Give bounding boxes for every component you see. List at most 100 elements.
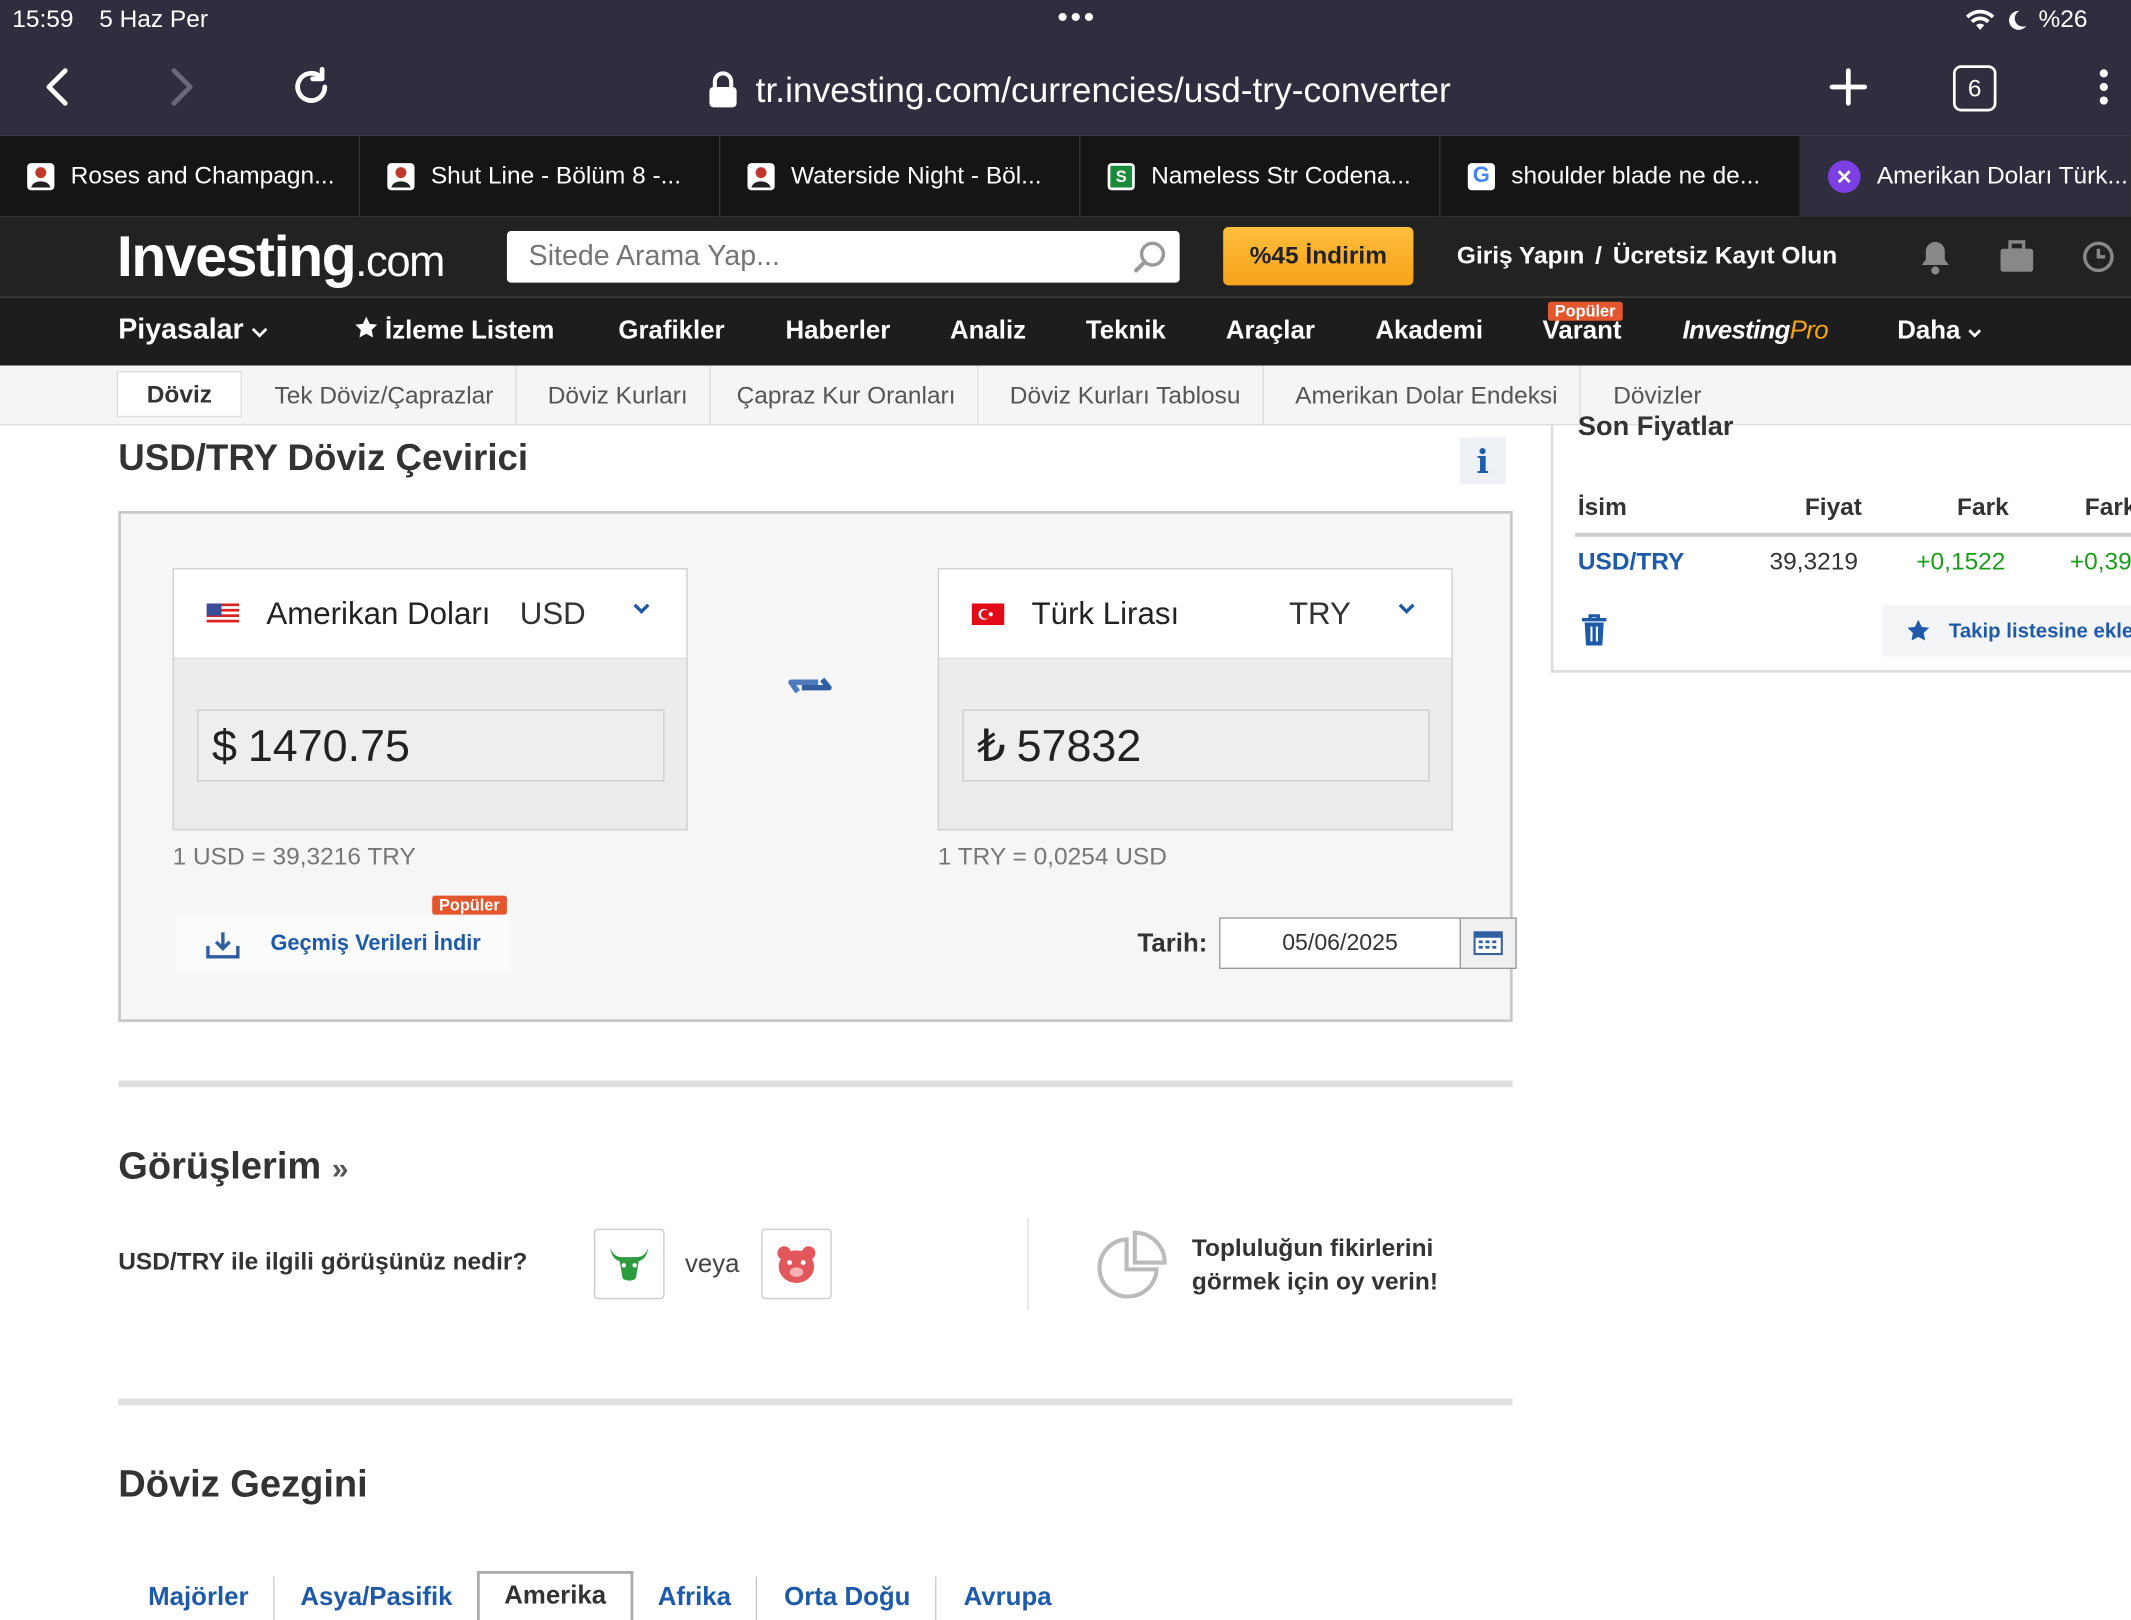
- auth-links: Giriş Yapın / Ücretsiz Kayıt Olun: [1457, 242, 1837, 271]
- reload-icon[interactable]: [284, 60, 338, 114]
- browser-tab[interactable]: Waterside Night - Böl...: [720, 135, 1081, 217]
- subnav-item[interactable]: Çapraz Kur Oranları: [715, 365, 979, 426]
- browser-tab[interactable]: S Nameless Str Codena...: [1080, 135, 1441, 217]
- add-to-watchlist-button[interactable]: Takip listesine ekle: [1882, 604, 2131, 657]
- nav-varant[interactable]: Varant: [1543, 317, 1622, 347]
- subnav-item[interactable]: Döviz Kurları: [526, 365, 711, 426]
- browser-tab-active[interactable]: Amerikan Doları Türk...: [1800, 135, 2131, 217]
- to-amount-input[interactable]: ₺ 57832: [962, 709, 1430, 782]
- investing-logo[interactable]: Investing.com: [117, 224, 446, 289]
- new-tab-icon[interactable]: [1821, 60, 1875, 114]
- forward-icon[interactable]: [155, 60, 209, 114]
- row-name-link[interactable]: USD/TRY: [1578, 548, 1684, 577]
- col-change: Fark: [1957, 493, 2009, 521]
- status-date: 5 Haz Per: [99, 5, 208, 33]
- explorer-tab-asia[interactable]: Asya/Pasifik: [276, 1576, 479, 1620]
- browser-tab[interactable]: Roses and Champagn...: [0, 135, 361, 217]
- google-icon: G: [1467, 162, 1495, 190]
- row-change: +0,1522: [1916, 547, 2006, 575]
- browser-tab-title: Shut Line - Bölüm 8 -...: [430, 161, 682, 189]
- date-input[interactable]: 05/06/2025: [1219, 917, 1461, 970]
- browser-tab-title: shoulder blade ne de...: [1511, 161, 1761, 189]
- site-favicon-icon: [27, 162, 55, 190]
- nav-daha-label: Daha: [1897, 316, 1961, 346]
- nav-grafikler[interactable]: Grafikler: [618, 317, 724, 347]
- opinions-title-text: Görüşlerim: [118, 1144, 322, 1187]
- to-currency-select[interactable]: Türk Lirası TRY: [939, 569, 1452, 660]
- swap-icon[interactable]: [786, 666, 835, 704]
- to-currency-panel: Türk Lirası TRY ₺ 57832: [937, 568, 1453, 831]
- wifi-icon: [1965, 9, 1995, 30]
- page-root: 15:59 5 Haz Per ••• %26 tr.investing.com…: [0, 0, 2131, 1620]
- col-price: Fiyat: [1804, 493, 1862, 521]
- nav-teknik[interactable]: Teknik: [1086, 317, 1166, 347]
- col-change-pct: Fark: [2084, 493, 2131, 521]
- or-text: veya: [684, 1250, 740, 1279]
- community-line-1: Topluluğun fikirlerini: [1191, 1234, 1434, 1262]
- tab-count-button[interactable]: 6: [1952, 65, 1997, 112]
- varant-popular-badge: Popüler: [1547, 301, 1623, 321]
- star-icon: [1907, 619, 1930, 641]
- url-text: tr.investing.com/currencies/usd-try-conv…: [755, 68, 1451, 110]
- trash-icon[interactable]: [1579, 614, 1609, 647]
- from-currency-select[interactable]: Amerikan Doları USD: [173, 569, 687, 660]
- nav-araclar[interactable]: Araçlar: [1226, 317, 1315, 347]
- clock-icon[interactable]: [2081, 239, 2116, 274]
- subnav-item[interactable]: Döviz Kurları Tablosu: [988, 365, 1264, 426]
- col-name: İsim: [1577, 493, 1627, 521]
- to-currency-name: Türk Lirası: [1031, 595, 1180, 631]
- back-icon[interactable]: [30, 60, 84, 114]
- us-flag-icon: [206, 602, 240, 625]
- subnav-item[interactable]: Tek Döviz/Çaprazlar: [253, 365, 517, 426]
- opinions-title[interactable]: Görüşlerim »: [118, 1144, 348, 1187]
- explorer-tab-africa[interactable]: Afrika: [633, 1576, 757, 1620]
- opinions-title-arrow: »: [331, 1151, 349, 1186]
- info-icon[interactable]: i: [1459, 437, 1506, 484]
- browser-tab[interactable]: G shoulder blade ne de...: [1441, 135, 1801, 217]
- nav-watchlist[interactable]: İzleme Listem: [355, 316, 554, 347]
- bell-icon[interactable]: [1919, 239, 1952, 275]
- nav-haberler[interactable]: Haberler: [786, 317, 891, 347]
- multitask-dots-icon[interactable]: •••: [1057, 0, 1097, 35]
- register-link[interactable]: Ücretsiz Kayıt Olun: [1613, 242, 1837, 271]
- calendar-icon[interactable]: [1459, 917, 1517, 970]
- nav-daha[interactable]: Daha: [1897, 317, 1981, 347]
- nav-piyasalar[interactable]: Piyasalar: [118, 314, 268, 347]
- subnav-doviz[interactable]: Döviz: [116, 371, 242, 418]
- search-input[interactable]: [528, 240, 1114, 274]
- close-tab-icon[interactable]: [1827, 159, 1861, 193]
- from-amount-input[interactable]: $ 1470.75: [197, 709, 665, 782]
- explorer-tab-majors[interactable]: Majörler: [124, 1576, 275, 1620]
- portfolio-icon[interactable]: [1998, 239, 2036, 274]
- more-menu-icon[interactable]: [2077, 60, 2131, 114]
- bear-vote-button[interactable]: [761, 1228, 832, 1300]
- community-line-2: görmek için oy verin!: [1191, 1268, 1438, 1296]
- login-link[interactable]: Giriş Yapın: [1457, 242, 1584, 271]
- search-box[interactable]: [506, 231, 1180, 283]
- nav-investing-pro[interactable]: InvestingPro: [1682, 316, 1829, 347]
- bull-vote-button[interactable]: [593, 1228, 665, 1300]
- browser-chrome: 15:59 5 Haz Per ••• %26 tr.investing.com…: [0, 0, 2131, 136]
- browser-tab-title: Amerikan Doları Türk...: [1876, 161, 2128, 189]
- section-divider: [118, 1080, 1513, 1088]
- from-currency-code: USD: [519, 595, 586, 631]
- browser-tab[interactable]: Shut Line - Bölüm 8 -...: [360, 135, 721, 217]
- nav-analiz[interactable]: Analiz: [950, 317, 1026, 347]
- explorer-tab-america[interactable]: Amerika: [477, 1571, 634, 1620]
- address-bar[interactable]: tr.investing.com/currencies/usd-try-conv…: [707, 65, 1451, 114]
- nav-akademi[interactable]: Akademi: [1375, 317, 1483, 347]
- explorer-tab-europe[interactable]: Avrupa: [939, 1577, 1076, 1620]
- subnav-item[interactable]: Amerikan Dolar Endeksi: [1273, 365, 1581, 426]
- pro-label-a: Investing: [1682, 316, 1791, 346]
- search-icon[interactable]: [1133, 239, 1168, 274]
- from-amount-value: 1470.75: [247, 719, 410, 770]
- chevron-down-icon: [251, 327, 268, 338]
- latest-prices-header: İsim Fiyat Fark Fark: [1575, 493, 2131, 537]
- explorer-tab-middle-east[interactable]: Orta Doğu: [760, 1576, 937, 1620]
- battery-percent: %26: [2038, 5, 2088, 33]
- auth-separator: /: [1595, 241, 1602, 270]
- sub-nav: Döviz Tek Döviz/Çaprazlar Döviz Kurları …: [0, 365, 2131, 426]
- download-history-button[interactable]: Geçmiş Verileri İndir: [175, 916, 511, 974]
- promo-button[interactable]: %45 İndirim: [1223, 226, 1414, 286]
- bull-icon: [610, 1247, 649, 1281]
